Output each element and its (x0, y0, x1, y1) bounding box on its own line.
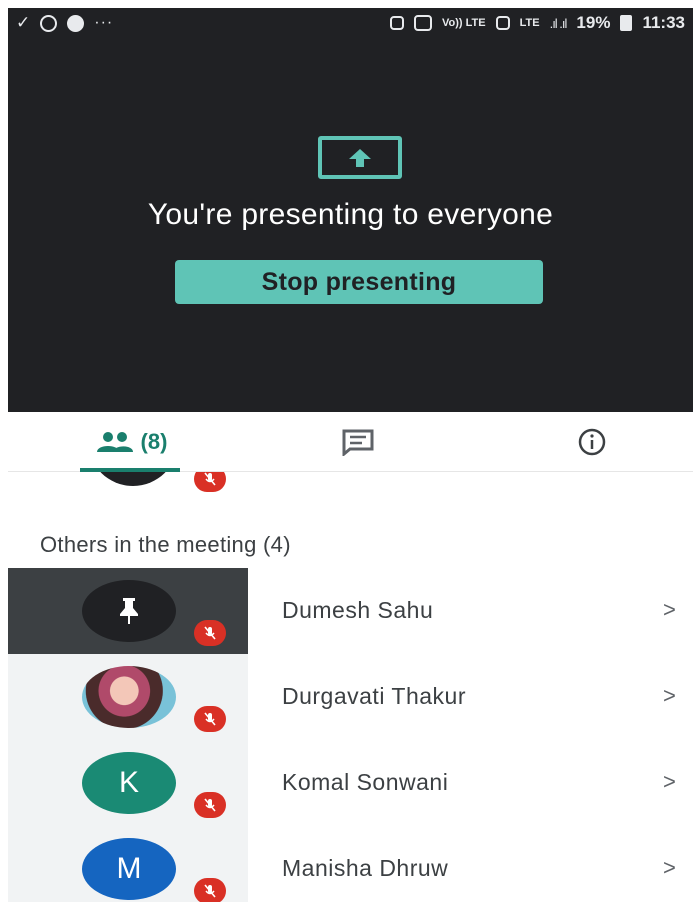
avatar-cell: M (8, 826, 248, 902)
lock-icon (390, 16, 405, 30)
people-count: (8) (140, 429, 168, 454)
list-item[interactable]: K Komal Sonwani > (8, 740, 693, 826)
presenting-title: You're presenting to everyone (147, 198, 554, 231)
signal-check-icon: ✓ (16, 13, 31, 32)
tab-people[interactable]: (8) (66, 412, 196, 472)
participant-list[interactable]: Others in the meeting (4) Dumesh Sahu > … (8, 472, 693, 902)
mic-off-icon (194, 792, 226, 818)
avatar-cell: K (8, 740, 248, 826)
info-icon (578, 428, 606, 456)
avatar-cell (8, 568, 248, 654)
phone-icon (67, 14, 85, 32)
avatar-cell (8, 654, 248, 740)
clock-time: 11:33 (642, 13, 685, 32)
pin-icon (120, 598, 138, 624)
more-notifications-icon: ··· (94, 14, 114, 31)
chevron-right-icon[interactable]: > (663, 769, 676, 795)
mic-off-icon (194, 706, 226, 732)
tab-chat[interactable] (326, 412, 390, 472)
volte-label: Vo)) LTE (442, 17, 486, 29)
presenting-panel: You're presenting to everyone Stop prese… (8, 38, 693, 412)
stop-presenting-button[interactable]: Stop presenting (175, 260, 543, 304)
avatar: K (82, 752, 176, 814)
status-bar-left: ✓ ··· (16, 13, 113, 33)
upload-arrow-icon (349, 148, 371, 167)
list-item[interactable]: M Manisha Dhruw > (8, 826, 693, 902)
data-saver-icon (495, 16, 510, 30)
participant-name: Komal Sonwani (282, 769, 449, 795)
chevron-right-icon[interactable]: > (663, 597, 676, 623)
list-item[interactable]: Dumesh Sahu > (8, 568, 693, 654)
meeting-tabs: (8) (8, 412, 693, 472)
mic-off-icon (194, 472, 226, 492)
chevron-right-icon[interactable]: > (663, 683, 676, 709)
signal-strength-icon: .ıl .ıl (549, 15, 568, 31)
list-item[interactable]: Durgavati Thakur > (8, 654, 693, 740)
lte-label: LTE (519, 17, 540, 29)
people-icon (96, 432, 133, 452)
avatar (88, 472, 178, 486)
chevron-right-icon[interactable]: > (663, 855, 676, 881)
section-title-others: Others in the meeting (4) (40, 532, 291, 557)
avatar: M (82, 838, 176, 900)
avatar (82, 666, 176, 728)
tab-info[interactable] (560, 412, 624, 472)
mic-off-icon (194, 620, 226, 646)
participant-name: Manisha Dhruw (282, 855, 449, 881)
present-screen-icon (318, 136, 402, 179)
chat-icon (342, 429, 374, 456)
participant-name: Dumesh Sahu (282, 597, 434, 623)
status-bar-right: Vo)) LTE LTE .ıl .ıl 19% 11:33 (390, 13, 685, 33)
status-bar: ✓ ··· Vo)) LTE LTE .ıl .ıl 19% 11:33 (8, 8, 693, 38)
battery-icon (620, 15, 633, 31)
avatar (82, 580, 176, 642)
whatsapp-icon (40, 14, 58, 32)
mic-off-icon (194, 878, 226, 902)
battery-percent: 19% (576, 13, 611, 32)
participant-name: Durgavati Thakur (282, 683, 466, 709)
cast-icon (414, 15, 433, 31)
